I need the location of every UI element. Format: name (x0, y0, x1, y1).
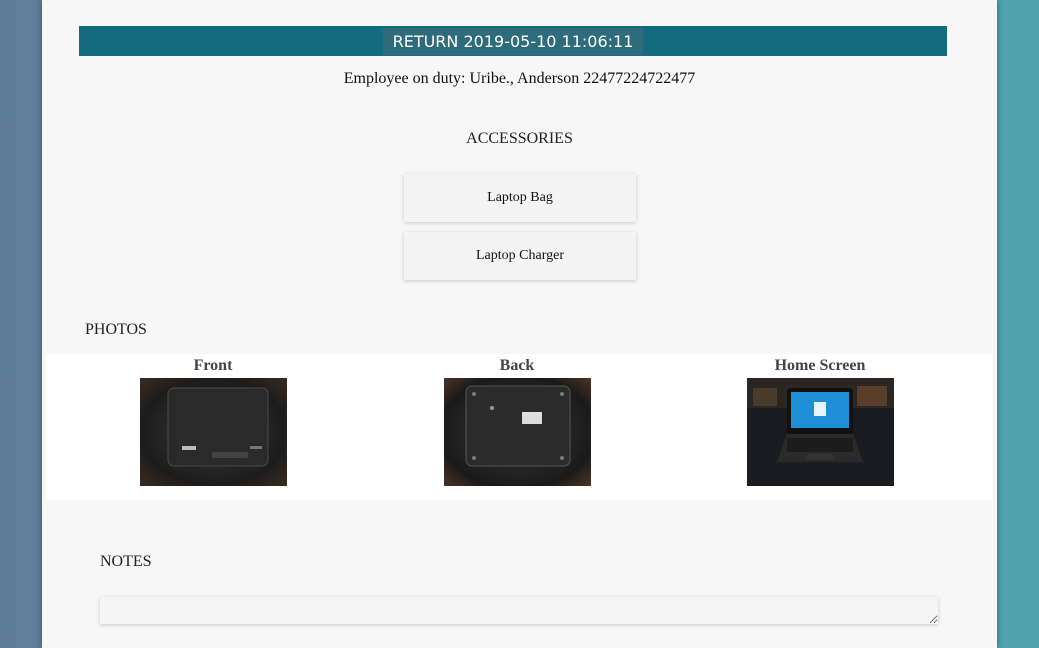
return-panel: RETURN 2019-05-10 11:06:11 Employee on d… (42, 0, 997, 648)
return-title: RETURN 2019-05-10 11:06:11 (382, 27, 644, 55)
photo-card-home-screen: Home Screen (730, 354, 910, 486)
employee-on-duty: Employee on duty: Uribe., Anderson 22477… (343, 70, 696, 87)
photos-strip: Front Back Home Screen (46, 354, 992, 500)
photo-card-front: Front (123, 354, 303, 486)
photo-front[interactable] (139, 378, 287, 486)
accessory-laptop-bag[interactable]: Laptop Bag (404, 174, 636, 222)
notes-title: NOTES (100, 553, 152, 570)
accessories-title: ACCESSORIES (466, 130, 573, 147)
photo-label-back: Back (499, 357, 535, 374)
notes-input[interactable] (100, 597, 938, 624)
photo-card-back: Back (427, 354, 607, 486)
photo-home-screen[interactable] (746, 378, 894, 486)
photo-label-front: Front (193, 357, 233, 374)
photo-back[interactable] (443, 378, 591, 486)
photos-title: PHOTOS (85, 321, 147, 338)
accessory-laptop-charger[interactable]: Laptop Charger (404, 232, 636, 280)
return-header-bar: RETURN 2019-05-10 11:06:11 (79, 26, 947, 56)
photo-label-home-screen: Home Screen (774, 357, 866, 374)
